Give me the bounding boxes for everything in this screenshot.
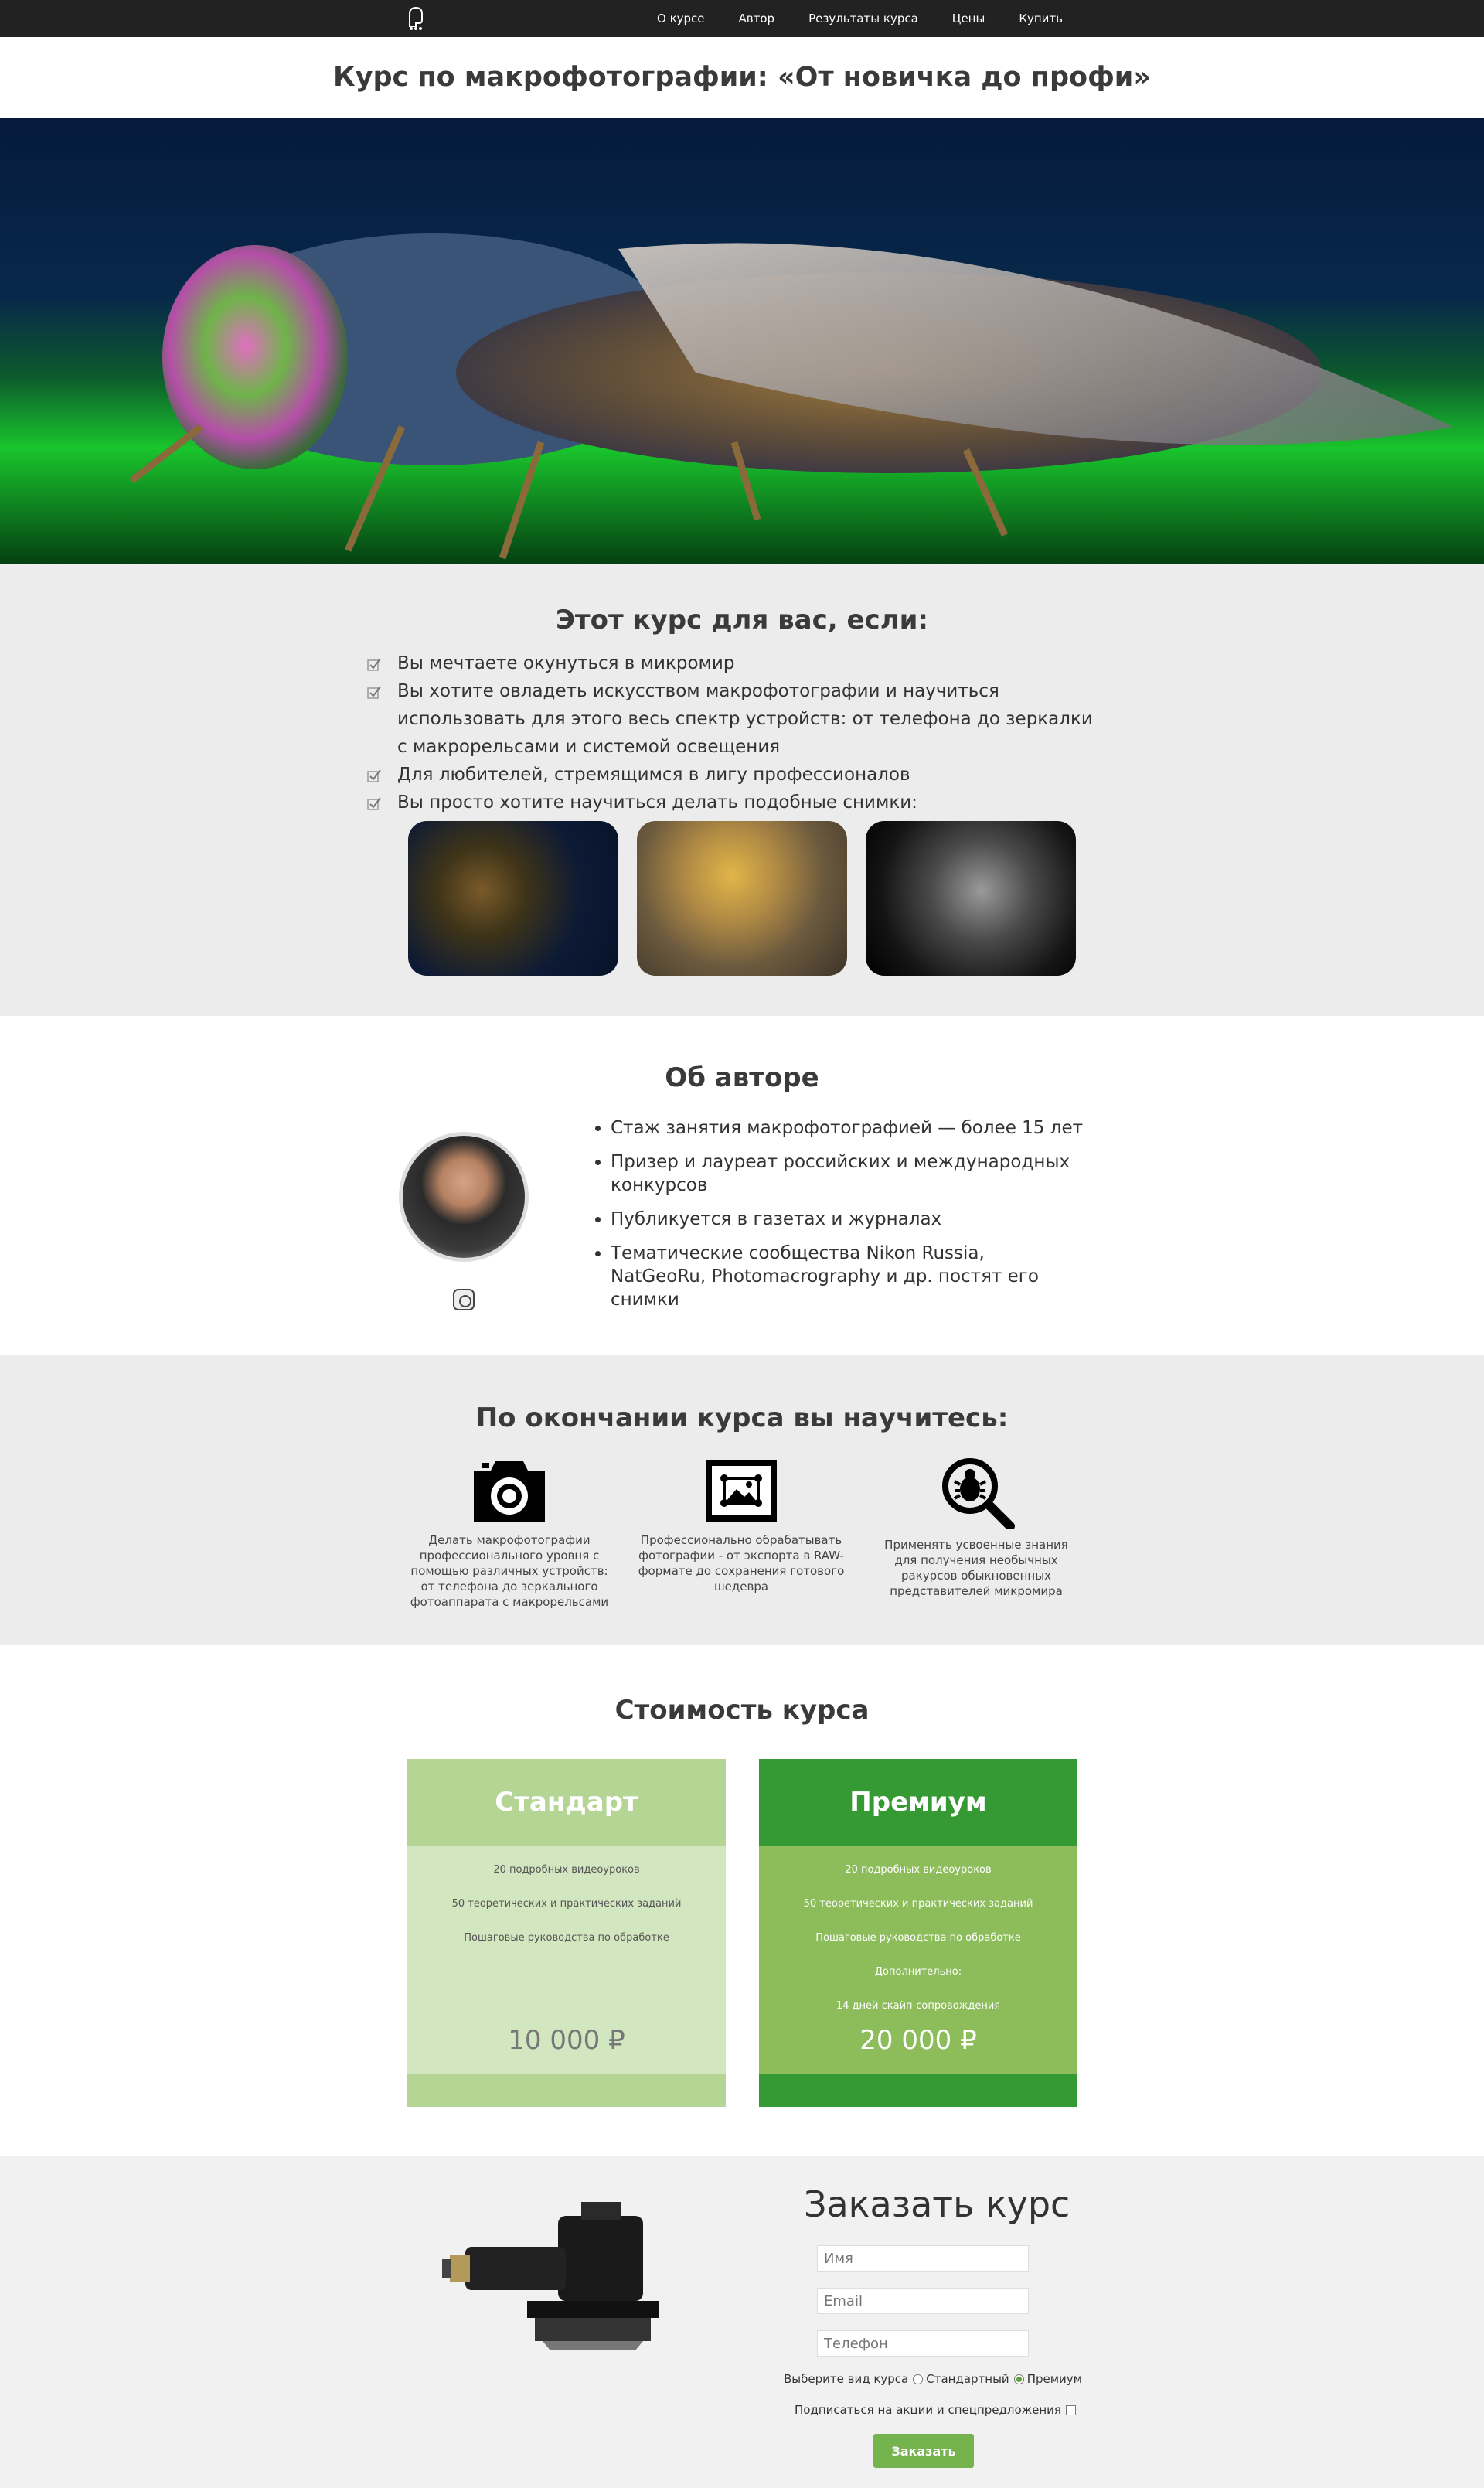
camera-on-rail-image [442, 2202, 659, 2350]
list-item: Публикуется в газетах и журналах [611, 1208, 1084, 1231]
list-item: Призер и лауреат российских и международ… [611, 1150, 1084, 1197]
plan-feature: 20 подробных видеоуроков [493, 1864, 640, 1876]
course-type-selector: Выберите вид курса Стандартный Премиум [784, 2372, 1082, 2386]
list-item: Стаж занятия макрофотографией — более 15… [611, 1116, 1084, 1140]
radio-standard[interactable] [913, 2374, 924, 2384]
hero-fly-illustration [129, 233, 1453, 560]
list-item: Вы просто хотите научиться делать подобн… [366, 789, 1093, 816]
list-item: Тематические сообщества Nikon Russia, Na… [611, 1242, 1084, 1311]
skill-item: Профессионально обрабатывать фотографии … [637, 1455, 846, 1594]
nav-menu: О курсе Автор Результаты курса Цены Купи… [657, 0, 1097, 37]
sample-photo-shrimp [637, 821, 847, 976]
name-input[interactable] [817, 2245, 1029, 2272]
plan-feature: 14 дней скайп-сопровождения [836, 2000, 1001, 2012]
picture-frame-icon [706, 1460, 777, 1522]
plan-footer [759, 2074, 1077, 2107]
skill-text: Применять усвоенные знания для получения… [884, 1538, 1068, 1598]
plan-body: 20 подробных видеоуроков 50 теоретически… [407, 1846, 726, 2074]
author-section: Об авторе Стаж занятия макрофотографией … [0, 1016, 1484, 1355]
pricing-title: Стоимость курса [614, 1695, 870, 1726]
plan-feature: Пошаговые руководства по обработке [815, 1932, 1021, 1944]
camera-icon [474, 1461, 545, 1522]
subscribe-checkbox[interactable] [1065, 2404, 1076, 2415]
price-card-standard[interactable]: Стандарт 20 подробных видеоуроков 50 тео… [407, 1759, 726, 2107]
logo-icon[interactable] [400, 3, 431, 34]
list-item: Для любителей, стремящимся в лигу профес… [366, 761, 1093, 789]
nav-item-prices[interactable]: Цены [952, 12, 985, 26]
order-submit-button[interactable]: Заказать [873, 2434, 974, 2468]
learn-title: По окончании курса вы научитесь: [475, 1402, 1009, 1433]
radio-premium-label: Премиум [1026, 2372, 1082, 2386]
plan-feature: 50 теоретических и практических заданий [451, 1898, 682, 1910]
for-you-list: Вы мечтаете окунуться в микромир Вы хоти… [366, 649, 1093, 816]
subscribe-label: Подписаться на акции и спецпредложения [795, 2403, 1061, 2417]
plan-name: Премиум [759, 1759, 1077, 1846]
sample-photo-beetle [866, 821, 1076, 976]
phone-input[interactable] [817, 2330, 1029, 2357]
avatar [399, 1132, 529, 1262]
plan-feature: Дополнительно: [874, 1966, 962, 1978]
skill-text: Профессионально обрабатывать фотографии … [638, 1533, 845, 1593]
list-item: Вы хотите овладеть искусством макрофотог… [366, 677, 1093, 761]
nav-item-author[interactable]: Автор [739, 12, 775, 26]
checkbox-icon [367, 769, 381, 782]
skill-text: Делать макрофотографии профессионального… [410, 1533, 609, 1609]
list-item: Вы мечтаете окунуться в микромир [366, 649, 1093, 677]
skill-item: Делать макрофотографии профессионального… [405, 1455, 614, 1610]
sample-photo-fly [408, 821, 618, 976]
order-section: Заказать курс Выберите вид курса Стандар… [0, 2156, 1484, 2488]
page-title: Курс по макрофотографии: «От новичка до … [333, 62, 1151, 93]
skill-item: Применять усвоенные знания для получения… [872, 1455, 1081, 1599]
checkbox-icon [367, 797, 381, 810]
radio-standard-label: Стандартный [926, 2372, 1009, 2386]
hero-image [0, 118, 1484, 564]
plan-body: 20 подробных видеоуроков 50 теоретически… [759, 1846, 1077, 2074]
price-card-premium[interactable]: Премиум 20 подробных видеоуроков 50 теор… [759, 1759, 1077, 2107]
subscribe-row: Подписаться на акции и спецпредложения [795, 2403, 1076, 2417]
checkbox-icon [367, 686, 381, 699]
plan-footer [407, 2074, 726, 2107]
nav-item-results[interactable]: Результаты курса [808, 12, 918, 26]
plan-price: 10 000 ₽ [508, 2025, 625, 2056]
plan-price: 20 000 ₽ [859, 2025, 977, 2056]
course-type-label: Выберите вид курса [784, 2372, 909, 2386]
top-nav: О курсе Автор Результаты курса Цены Купи… [0, 0, 1484, 37]
plan-feature: 20 подробных видеоуроков [845, 1864, 992, 1876]
plan-features: 20 подробных видеоуроков 50 теоретически… [407, 1846, 726, 1946]
plan-features: 20 подробных видеоуроков 50 теоретически… [759, 1846, 1077, 2014]
radio-premium[interactable] [1013, 2374, 1024, 2384]
author-list: Стаж занятия макрофотографией — более 15… [589, 1116, 1084, 1322]
nav-item-about[interactable]: О курсе [657, 12, 705, 26]
checkbox-icon [367, 658, 381, 671]
plan-name: Стандарт [407, 1759, 726, 1846]
pricing-section: Стоимость курса Стандарт 20 подробных ви… [0, 1645, 1484, 2156]
email-input[interactable] [817, 2288, 1029, 2314]
author-title: Об авторе [665, 1062, 819, 1093]
for-you-section: Этот курс для вас, если: Вы мечтаете оку… [0, 564, 1484, 1016]
instagram-icon[interactable] [453, 1289, 475, 1310]
learn-section: По окончании курса вы научитесь: Делать … [0, 1355, 1484, 1645]
for-you-title: Этот курс для вас, если: [555, 605, 929, 636]
nav-item-buy[interactable]: Купить [1019, 12, 1063, 26]
order-title: Заказать курс [804, 2183, 1070, 2225]
title-bar: Курс по макрофотографии: «От новичка до … [0, 37, 1484, 118]
bug-magnifier-icon [942, 1458, 1015, 1529]
plan-feature: Пошаговые руководства по обработке [464, 1932, 669, 1944]
plan-feature: 50 теоретических и практических заданий [803, 1898, 1033, 1910]
